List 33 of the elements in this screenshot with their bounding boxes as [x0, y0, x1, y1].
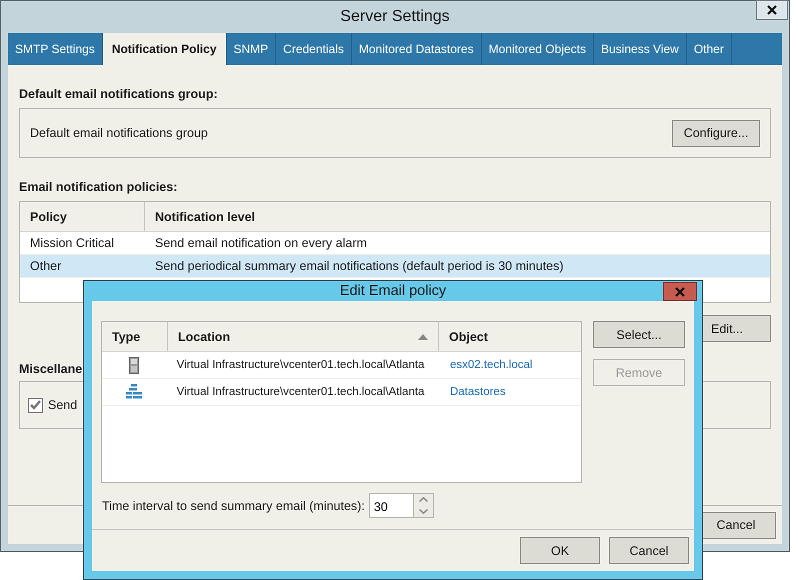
column-header[interactable]: Object	[439, 322, 581, 351]
section-heading: Email notification policies:	[19, 180, 178, 194]
object-link[interactable]: Datastores	[442, 386, 506, 398]
column-header[interactable]: Type	[102, 322, 168, 351]
close-button[interactable]	[756, 0, 788, 20]
interval-field[interactable]: 30	[368, 493, 413, 518]
policy-row[interactable]: Other Send periodical summary email notifications (default period is 30 minutes)	[20, 255, 770, 278]
location-cell-text: Virtual Infrastructure\vcenter01.tech.local\Atlanta	[176, 359, 426, 371]
checkbox-label: Send	[48, 398, 78, 412]
select-button[interactable]: Select...	[593, 321, 685, 348]
object-link[interactable]: esx02.tech.local	[442, 359, 532, 371]
server-icon	[129, 356, 140, 374]
datastores-icon	[126, 384, 142, 400]
dialog-title: Edit Email policy	[340, 283, 446, 299]
column-header[interactable]: Policy	[20, 202, 145, 231]
table-cell-text: Other	[29, 259, 62, 273]
interval-label: Time interval to send summary email (minutes):	[102, 498, 365, 512]
column-header[interactable]: Notification level	[145, 202, 256, 231]
configure-button[interactable]: Configure...	[672, 120, 760, 146]
column-header[interactable]: Location	[168, 322, 439, 351]
location-cell-text: Virtual Infrastructure\vcenter01.tech.local\Atlanta	[176, 386, 426, 398]
checkbox[interactable]	[28, 398, 43, 412]
cancel-button[interactable]: Cancel	[609, 537, 689, 564]
tab[interactable]: Notification Policy	[102, 33, 226, 65]
group-label: Default email notifications group	[30, 126, 208, 140]
table-cell-text: Send email notification on every alarm	[154, 236, 367, 250]
section-heading: Miscellane	[19, 362, 83, 376]
table-cell-text: Mission Critical	[29, 236, 116, 250]
table-cell-text: Send periodical summary email notifications (default period is 30 minutes)	[154, 259, 564, 273]
window-title: Server Settings	[340, 8, 450, 26]
ok-button[interactable]: OK	[520, 537, 600, 564]
close-icon[interactable]	[767, 5, 777, 15]
section-heading: Default email notifications group:	[19, 87, 219, 101]
